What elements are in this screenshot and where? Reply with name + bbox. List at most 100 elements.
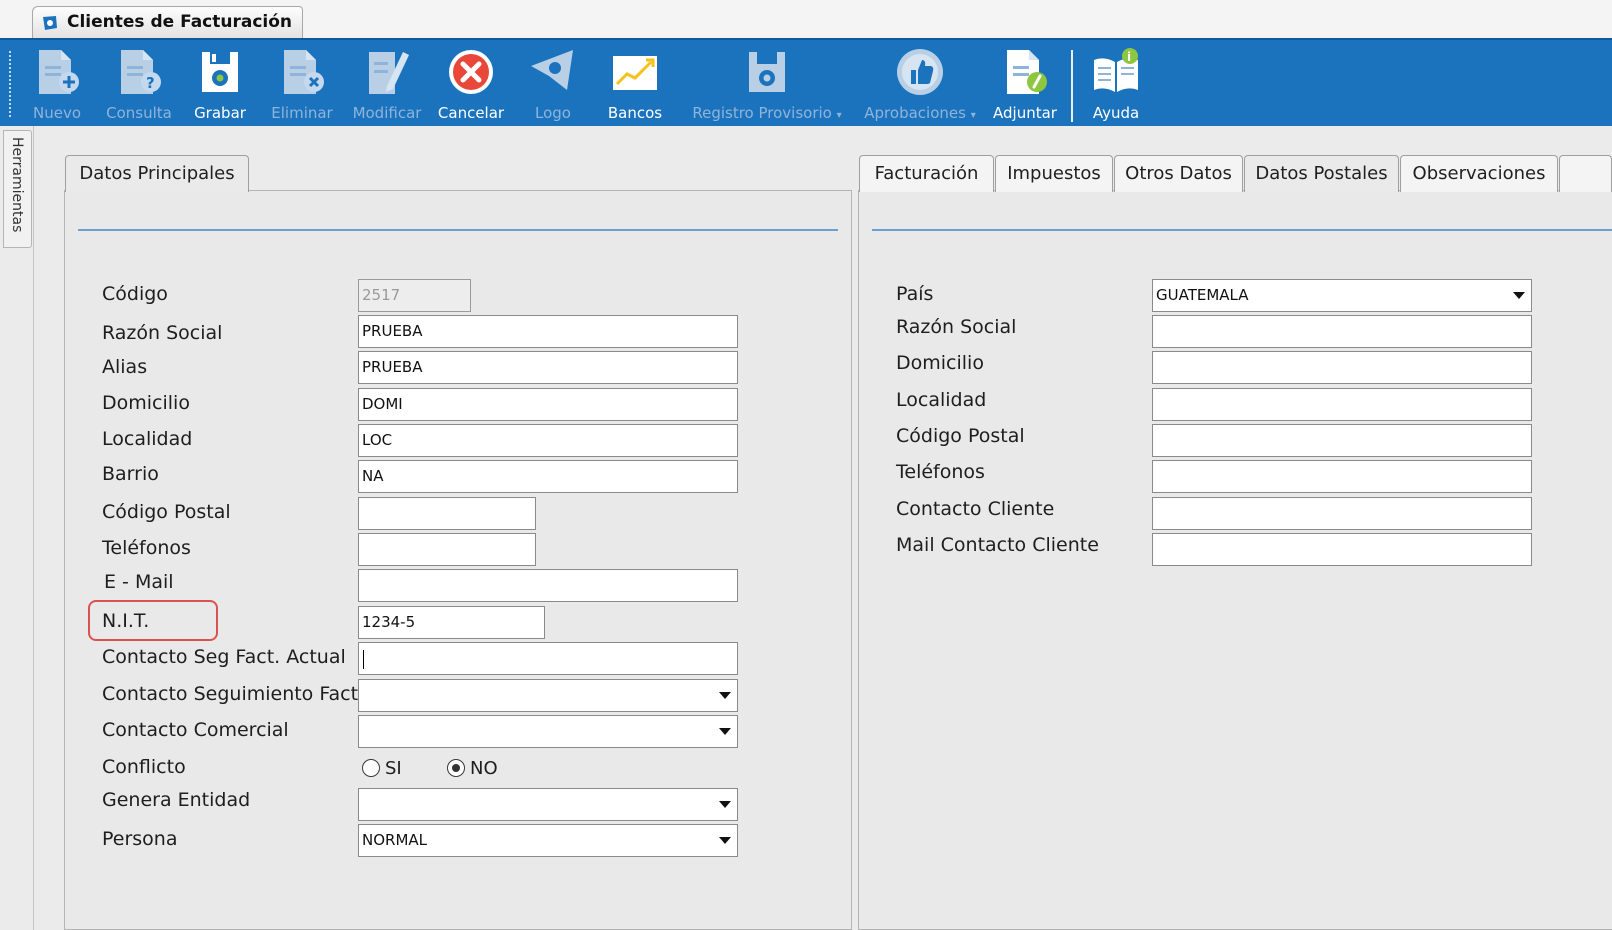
dropdown-arrow-icon[interactable]	[1513, 292, 1525, 299]
postal-domicilio-label: Domicilio	[896, 352, 984, 374]
codigo-field[interactable]: 2517	[358, 279, 471, 312]
eliminar-label: Eliminar	[271, 104, 333, 122]
genera-entidad-select[interactable]	[358, 788, 738, 821]
herramientas-label: Herramientas	[9, 137, 25, 233]
pais-value: GUATEMALA	[1156, 286, 1249, 304]
panel-divider	[78, 229, 838, 231]
razon-social-label: Razón Social	[102, 322, 223, 344]
window-title-tab[interactable]: Clientes de Facturación	[32, 6, 304, 38]
dropdown-arrow-icon[interactable]	[719, 728, 731, 735]
codigo-postal-field[interactable]	[358, 497, 536, 530]
nit-field[interactable]: 1234-5	[358, 606, 545, 639]
delete-document-icon	[284, 50, 324, 94]
barrio-label: Barrio	[102, 463, 159, 485]
window-title: Clientes de Facturación	[67, 12, 293, 32]
cancel-icon	[449, 50, 493, 94]
thumbs-up-icon	[897, 49, 943, 95]
barrio-field[interactable]: NA	[358, 460, 738, 493]
save-icon	[749, 52, 785, 92]
alias-label: Alias	[102, 356, 148, 378]
herramientas-tab[interactable]: Herramientas	[3, 130, 32, 248]
postal-domicilio-field[interactable]	[1152, 351, 1532, 384]
aprobaciones-button[interactable]: Aprobaciones ▾	[860, 46, 980, 126]
postal-localidad-label: Localidad	[896, 389, 987, 411]
email-field[interactable]	[358, 569, 738, 602]
modificar-button[interactable]: Modificar	[350, 46, 424, 126]
toolbar: Nuevo ? Consulta Grabar Eliminar Modific…	[0, 38, 1612, 126]
dropdown-arrow-icon[interactable]	[719, 692, 731, 699]
chart-icon	[613, 56, 657, 90]
domicilio-label: Domicilio	[102, 392, 190, 414]
conflicto-si-radio[interactable]: SI	[362, 758, 402, 779]
postal-razon-social-field[interactable]	[1152, 315, 1532, 348]
contacto-cliente-field[interactable]	[1152, 497, 1532, 530]
grabar-label: Grabar	[194, 104, 246, 122]
contacto-seguimiento-label: Contacto Seguimiento Fact.	[102, 683, 365, 705]
bancos-button[interactable]: Bancos	[604, 46, 666, 126]
logo-button[interactable]: Logo	[526, 46, 580, 126]
toolbar-separator	[1071, 50, 1073, 122]
contacto-cliente-label: Contacto Cliente	[896, 498, 1055, 520]
consulta-label: Consulta	[106, 104, 172, 122]
conflicto-si-label: SI	[385, 758, 402, 779]
dropdown-arrow-icon: ▾	[970, 110, 976, 121]
postal-localidad-field[interactable]	[1152, 388, 1532, 421]
consulta-button[interactable]: ? Consulta	[104, 46, 174, 126]
attach-icon	[1007, 50, 1047, 94]
side-divider	[33, 126, 34, 930]
contacto-seg-actual-field[interactable]	[358, 642, 738, 675]
nit-highlight	[88, 600, 218, 641]
razon-social-field[interactable]: PRUEBA	[358, 315, 738, 348]
pais-select[interactable]: GUATEMALA	[1152, 279, 1532, 312]
tab-otros-datos[interactable]: Otros Datos	[1114, 155, 1243, 192]
postal-razon-social-label: Razón Social	[896, 316, 1017, 338]
persona-value: NORMAL	[362, 831, 428, 849]
genera-entidad-label: Genera Entidad	[102, 789, 251, 811]
edit-document-icon	[369, 52, 409, 94]
modificar-label: Modificar	[352, 104, 422, 122]
svg-text:?: ?	[146, 74, 155, 92]
ayuda-button[interactable]: i Ayuda	[1088, 46, 1144, 126]
telefonos-field[interactable]	[358, 533, 536, 566]
radio-selected-icon	[447, 759, 465, 777]
postal-codigo-postal-field[interactable]	[1152, 424, 1532, 457]
contacto-comercial-label: Contacto Comercial	[102, 719, 289, 741]
dropdown-arrow-icon[interactable]	[719, 801, 731, 808]
save-icon	[202, 52, 238, 92]
postal-telefonos-field[interactable]	[1152, 460, 1532, 493]
eliminar-button[interactable]: Eliminar	[270, 46, 334, 126]
tab-datos-postales[interactable]: Datos Postales	[1244, 155, 1399, 192]
domicilio-field[interactable]: DOMI	[358, 388, 738, 421]
app-logo-icon	[43, 16, 57, 30]
svg-text:i: i	[1127, 50, 1131, 64]
tab-impuestos[interactable]: Impuestos	[995, 155, 1113, 192]
persona-select[interactable]: NORMAL	[358, 824, 738, 857]
localidad-field[interactable]: LOC	[358, 424, 738, 457]
cancelar-button[interactable]: Cancelar	[437, 46, 505, 126]
conflicto-no-label: NO	[470, 758, 498, 779]
contacto-comercial-select[interactable]	[358, 715, 738, 748]
mail-contacto-cliente-field[interactable]	[1152, 533, 1532, 566]
tab-overflow[interactable]	[1559, 155, 1612, 192]
alias-field[interactable]: PRUEBA	[358, 351, 738, 384]
dropdown-arrow-icon[interactable]	[719, 837, 731, 844]
tab-observaciones[interactable]: Observaciones	[1400, 155, 1558, 192]
persona-label: Persona	[102, 828, 178, 850]
tab-facturacion[interactable]: Facturación	[859, 155, 994, 192]
adjuntar-button[interactable]: Adjuntar	[990, 46, 1060, 126]
conflicto-no-radio[interactable]: NO	[447, 758, 498, 779]
postal-telefonos-label: Teléfonos	[896, 461, 985, 483]
grabar-button[interactable]: Grabar	[190, 46, 250, 126]
logo-icon	[531, 50, 573, 90]
aprobaciones-label: Aprobaciones	[864, 104, 966, 122]
new-document-icon	[39, 50, 79, 94]
help-book-icon: i	[1094, 48, 1138, 92]
toolbar-grip[interactable]	[8, 50, 12, 118]
registro-provisorio-button[interactable]: Registro Provisorio ▾	[684, 46, 850, 126]
dropdown-arrow-icon: ▾	[836, 110, 842, 121]
pais-label: País	[896, 283, 934, 305]
nuevo-button[interactable]: Nuevo	[28, 46, 86, 126]
bancos-label: Bancos	[607, 104, 663, 122]
tab-datos-principales[interactable]: Datos Principales	[65, 155, 249, 192]
contacto-seguimiento-select[interactable]	[358, 679, 738, 712]
